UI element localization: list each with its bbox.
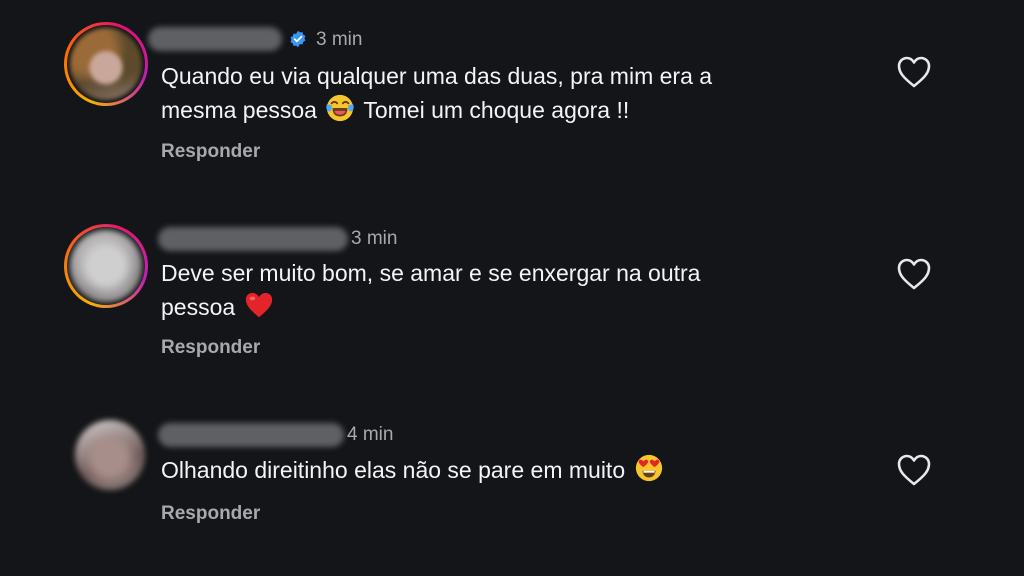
verified-badge-icon: [290, 30, 306, 48]
comment-text: Deve ser muito bom, se amar e se enxerga…: [161, 257, 700, 324]
avatar[interactable]: [75, 420, 145, 490]
username-redacted[interactable]: [158, 227, 348, 251]
face-with-tears-of-joy-emoji: [326, 94, 355, 122]
reply-button[interactable]: Responder: [161, 141, 260, 163]
reply-button[interactable]: Responder: [161, 503, 260, 525]
avatar-story-ring[interactable]: [64, 224, 148, 308]
heart-outline-icon[interactable]: [896, 257, 932, 291]
comment-text-segment: Olhando direitinho elas não se pare em m…: [161, 457, 626, 483]
red-heart-emoji: [245, 292, 272, 318]
comment-timestamp: 4 min: [347, 424, 394, 445]
comment-timestamp: 3 min: [316, 29, 363, 50]
comments-screen: 3 min Quando eu via qualquer uma das dua…: [0, 0, 1024, 576]
comment-text-line: mesma pessoa Tomei um choque agora !!: [161, 93, 712, 127]
avatar: [70, 28, 142, 100]
heart-eyes-emoji: [635, 454, 662, 482]
username-redacted[interactable]: [148, 27, 282, 51]
avatar-story-ring[interactable]: [64, 22, 148, 106]
comment-text-segment: mesma pessoa: [161, 97, 317, 123]
comment-text: Olhando direitinho elas não se pare em m…: [161, 453, 666, 487]
heart-outline-icon[interactable]: [896, 55, 932, 89]
comment-text-line: Olhando direitinho elas não se pare em m…: [161, 453, 666, 487]
reply-button[interactable]: Responder: [161, 337, 260, 359]
heart-outline-icon[interactable]: [896, 453, 932, 487]
comment-text-line: Deve ser muito bom, se amar e se enxerga…: [161, 260, 701, 286]
comment-text-segment: Tomei um choque agora !!: [363, 97, 630, 123]
comment-text-segment: pessoa: [161, 294, 236, 320]
comment-text-line: pessoa: [161, 290, 700, 324]
comment-text-line: Quando eu via qualquer uma das duas, pra…: [161, 63, 713, 89]
comment-timestamp: 3 min: [351, 228, 398, 249]
comment-text: Quando eu via qualquer uma das duas, pra…: [161, 60, 712, 127]
avatar: [70, 230, 142, 302]
username-redacted[interactable]: [158, 423, 344, 447]
